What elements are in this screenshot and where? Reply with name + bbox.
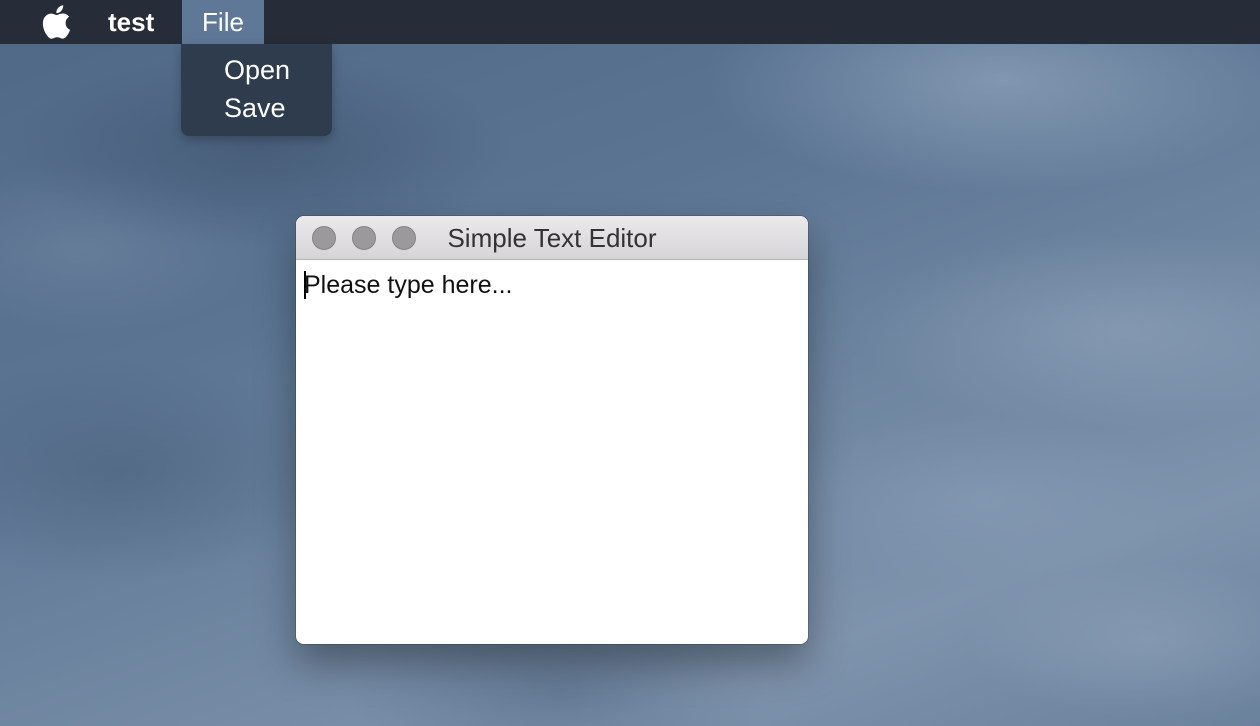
- zoom-button[interactable]: [392, 226, 416, 250]
- file-menu[interactable]: File: [182, 0, 264, 44]
- text-editor-area[interactable]: Please type here...: [296, 260, 808, 644]
- menu-item-open[interactable]: Open: [224, 52, 290, 88]
- window-titlebar[interactable]: Simple Text Editor: [296, 216, 808, 260]
- editor-text[interactable]: Please type here...: [304, 270, 512, 300]
- close-button[interactable]: [312, 226, 336, 250]
- menu-item-save[interactable]: Save: [224, 90, 286, 126]
- apple-logo-icon[interactable]: [38, 4, 74, 40]
- text-caret: [304, 271, 306, 299]
- file-menu-dropdown: Open Save: [181, 44, 332, 136]
- editor-window: Simple Text Editor Please type here...: [296, 216, 808, 644]
- minimize-button[interactable]: [352, 226, 376, 250]
- menu-bar: test File: [0, 0, 1260, 44]
- app-name-menu[interactable]: test: [108, 0, 154, 44]
